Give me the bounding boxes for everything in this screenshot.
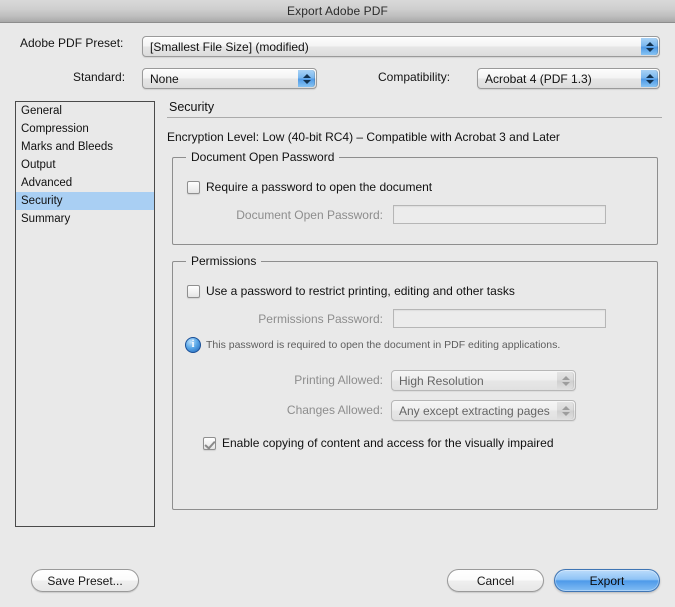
preset-row: Adobe PDF Preset: xyxy=(20,36,123,50)
settings-category-list[interactable]: General Compression Marks and Bleeds Out… xyxy=(15,101,155,527)
enable-copying-checkbox[interactable] xyxy=(203,436,216,450)
use-permissions-password-checkbox[interactable] xyxy=(187,284,200,298)
require-password-checkbox[interactable] xyxy=(187,180,200,194)
compatibility-dropdown[interactable]: Acrobat 4 (PDF 1.3) xyxy=(477,68,660,89)
permissions-password-label: Permissions Password: xyxy=(258,312,383,326)
export-button[interactable]: Export xyxy=(554,569,660,592)
permissions-group-title: Permissions xyxy=(186,254,262,268)
save-preset-button[interactable]: Save Preset... xyxy=(31,569,139,592)
compatibility-stepper-icon[interactable] xyxy=(641,70,658,87)
require-password-label: Require a password to open the document xyxy=(206,180,433,194)
printing-allowed-stepper-icon[interactable] xyxy=(557,372,574,389)
preset-value: [Smallest File Size] (modified) xyxy=(150,39,309,54)
standard-value: None xyxy=(150,71,179,86)
changes-allowed-dropdown[interactable]: Any except extracting pages xyxy=(391,400,576,421)
preset-dropdown[interactable]: [Smallest File Size] (modified) xyxy=(142,36,660,57)
panel-title: Security xyxy=(169,100,215,114)
standard-row: Standard: xyxy=(73,70,125,84)
changes-allowed-stepper-icon[interactable] xyxy=(557,402,574,419)
compatibility-row: Compatibility: xyxy=(378,70,450,84)
permissions-password-note-text: This password is required to open the do… xyxy=(206,339,561,351)
compatibility-label: Compatibility: xyxy=(378,70,451,84)
document-open-password-input[interactable] xyxy=(393,205,606,224)
permissions-group: Permissions Use a password to restrict p… xyxy=(172,254,658,510)
sidebar-item-advanced[interactable]: Advanced xyxy=(16,174,154,192)
changes-allowed-value: Any except extracting pages xyxy=(399,403,550,418)
document-open-password-label: Document Open Password: xyxy=(236,208,383,222)
use-permissions-password-row[interactable]: Use a password to restrict printing, edi… xyxy=(187,284,515,298)
permissions-password-note: i This password is required to open the … xyxy=(185,337,560,353)
printing-allowed-label: Printing Allowed: xyxy=(294,373,383,387)
export-adobe-pdf-dialog: Export Adobe PDF Adobe PDF Preset: [Smal… xyxy=(0,0,675,607)
preset-stepper-icon[interactable] xyxy=(641,38,658,55)
sidebar-item-compression[interactable]: Compression xyxy=(16,120,154,138)
permissions-password-input[interactable] xyxy=(393,309,606,328)
sidebar-item-summary[interactable]: Summary xyxy=(16,210,154,228)
sidebar-item-output[interactable]: Output xyxy=(16,156,154,174)
standard-label: Standard: xyxy=(73,70,126,84)
printing-allowed-dropdown[interactable]: High Resolution xyxy=(391,370,576,391)
sidebar-item-security[interactable]: Security xyxy=(16,192,154,210)
title-bar: Export Adobe PDF xyxy=(0,0,675,23)
compatibility-value: Acrobat 4 (PDF 1.3) xyxy=(485,71,592,86)
document-open-password-group-title: Document Open Password xyxy=(186,150,340,164)
panel-title-divider xyxy=(167,117,662,118)
standard-stepper-icon[interactable] xyxy=(298,70,315,87)
cancel-button[interactable]: Cancel xyxy=(447,569,544,592)
enable-copying-label: Enable copying of content and access for… xyxy=(222,436,554,450)
info-icon: i xyxy=(185,337,201,353)
encryption-level-text: Encryption Level: Low (40-bit RC4) – Com… xyxy=(167,130,560,144)
printing-allowed-value: High Resolution xyxy=(399,373,484,388)
enable-copying-row[interactable]: Enable copying of content and access for… xyxy=(203,436,554,450)
sidebar-item-marks-and-bleeds[interactable]: Marks and Bleeds xyxy=(16,138,154,156)
window-title: Export Adobe PDF xyxy=(287,4,388,18)
preset-label: Adobe PDF Preset: xyxy=(20,36,124,50)
sidebar-item-general[interactable]: General xyxy=(16,102,154,120)
use-permissions-password-label: Use a password to restrict printing, edi… xyxy=(206,284,515,298)
changes-allowed-label: Changes Allowed: xyxy=(286,403,383,417)
document-open-password-group: Document Open Password Require a passwor… xyxy=(172,150,658,245)
require-password-row[interactable]: Require a password to open the document xyxy=(187,180,432,194)
standard-dropdown[interactable]: None xyxy=(142,68,317,89)
